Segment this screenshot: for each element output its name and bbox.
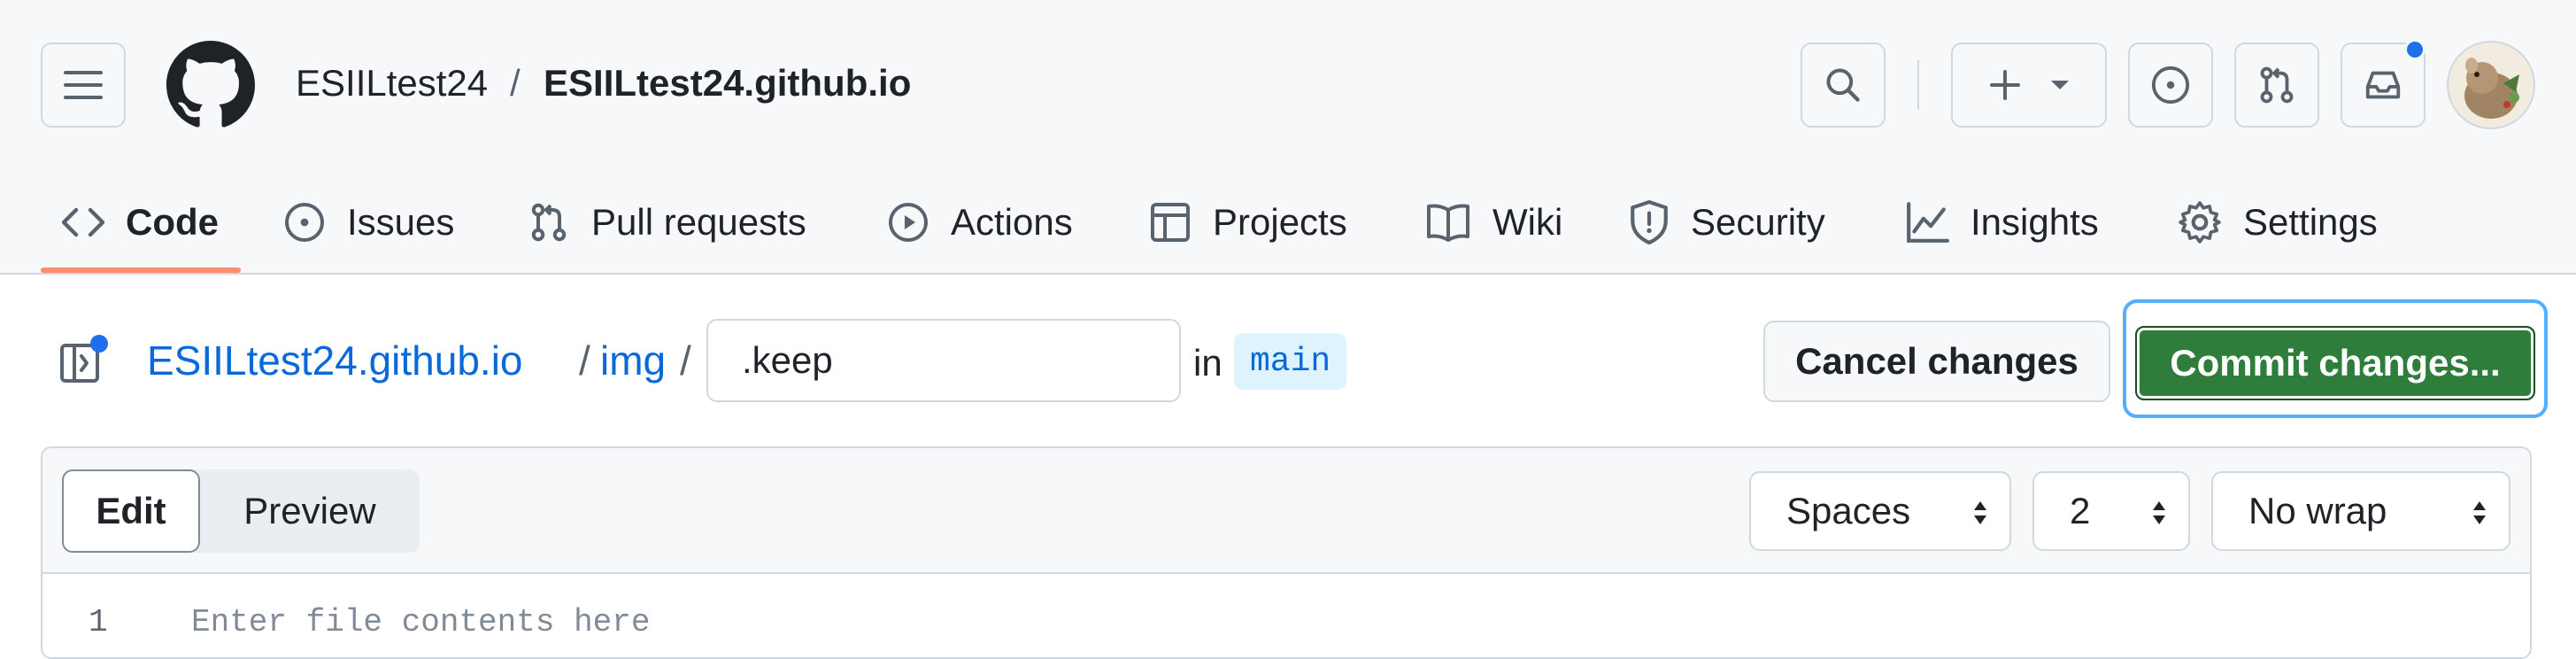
- tab-label: Actions: [951, 201, 1073, 243]
- graph-icon: [1907, 202, 1949, 243]
- wrap-mode-select[interactable]: No wrap: [2211, 471, 2510, 551]
- edit-preview-toggle: Edit Preview: [62, 469, 420, 553]
- hamburger-icon: [64, 71, 103, 99]
- repo-name-link[interactable]: ESIILtest24.github.io: [544, 62, 911, 105]
- path-separator: /: [510, 62, 521, 104]
- git-pull-request-icon: [531, 203, 567, 242]
- select-arrows-icon: [2153, 501, 2165, 524]
- menu-button[interactable]: [41, 43, 126, 128]
- tab-actions[interactable]: Actions: [887, 188, 1073, 257]
- sidebar-expand-icon[interactable]: [58, 335, 108, 384]
- wrap-mode-value: No wrap: [2248, 490, 2387, 531]
- inbox-icon: [2365, 71, 2401, 99]
- table-icon: [1151, 203, 1190, 242]
- tab-label: Pull requests: [591, 201, 806, 243]
- tab-settings[interactable]: Settings: [2178, 188, 2378, 257]
- gear-icon: [2179, 201, 2221, 244]
- breadcrumb-separator: /: [579, 337, 590, 384]
- select-arrows-icon: [2473, 501, 2486, 524]
- breadcrumb-separator: /: [680, 337, 691, 384]
- tab-security[interactable]: Security: [1629, 188, 1825, 257]
- tab-label: Projects: [1213, 201, 1347, 243]
- tab-label: Issues: [347, 201, 455, 243]
- file-editor: Edit Preview Spaces 2 No wrap 1 Enter fi…: [41, 446, 2532, 659]
- tab-edit[interactable]: Edit: [62, 469, 200, 553]
- tab-code[interactable]: Code: [62, 188, 219, 257]
- breadcrumb-repo-link[interactable]: ESIILtest24.github.io: [147, 337, 523, 384]
- issue-opened-icon: [2151, 66, 2190, 105]
- avatar[interactable]: [2447, 41, 2535, 129]
- indent-size-select[interactable]: 2: [2032, 471, 2190, 551]
- cancel-changes-button[interactable]: Cancel changes: [1763, 321, 2110, 402]
- tab-preview[interactable]: Preview: [200, 469, 420, 553]
- indent-mode-value: Spaces: [1786, 490, 1911, 531]
- tab-pull-requests[interactable]: Pull requests: [528, 188, 806, 257]
- breadcrumb-folder-link[interactable]: img: [600, 337, 666, 384]
- triangle-down-icon: [2051, 81, 2069, 89]
- user-avatar-icon: [2464, 58, 2519, 119]
- tab-wiki[interactable]: Wiki: [1425, 188, 1562, 257]
- issues-shortcut-button[interactable]: [2128, 43, 2213, 128]
- filename-input[interactable]: [706, 319, 1181, 402]
- line-number: 1: [89, 604, 108, 640]
- search-icon: [1826, 68, 1860, 102]
- tab-label: Security: [1691, 201, 1825, 243]
- repo-nav-tabs: Code Issues Pull requests Actions Projec…: [0, 174, 2576, 275]
- notification-indicator: [2404, 39, 2426, 60]
- plus-icon: [1990, 70, 2020, 100]
- selected-tab-indicator: [41, 267, 241, 273]
- tab-label: Wiki: [1492, 201, 1563, 243]
- editor-content-area[interactable]: Enter file contents here: [191, 604, 650, 640]
- select-arrows-icon: [1974, 501, 1986, 524]
- code-icon: [62, 207, 104, 237]
- shield-icon: [1631, 200, 1668, 244]
- repo-header: ESIILtest24 / ESIILtest24.github.io Code…: [0, 0, 2576, 275]
- tab-label: Insights: [1971, 201, 2099, 243]
- tab-insights[interactable]: Insights: [1905, 188, 2099, 257]
- header-divider: [1917, 60, 1919, 110]
- tab-projects[interactable]: Projects: [1149, 188, 1347, 257]
- pull-requests-shortcut-button[interactable]: [2234, 43, 2319, 128]
- search-button[interactable]: [1801, 43, 1886, 128]
- repo-owner-link[interactable]: ESIILtest24: [296, 62, 488, 105]
- github-logo-icon[interactable]: [166, 41, 255, 129]
- book-icon: [1427, 204, 1469, 242]
- play-icon: [889, 203, 928, 242]
- git-pull-request-icon: [2260, 66, 2294, 104]
- issue-opened-icon: [285, 203, 324, 242]
- editor-toolbar: Edit Preview Spaces 2 No wrap: [42, 448, 2530, 574]
- tab-label: Code: [126, 201, 219, 243]
- indent-size-value: 2: [2070, 490, 2091, 531]
- commit-changes-button[interactable]: Commit changes...: [2135, 326, 2535, 400]
- tab-issues[interactable]: Issues: [283, 188, 454, 257]
- branch-in-label: in: [1193, 342, 1222, 384]
- tab-label: Settings: [2243, 201, 2378, 243]
- indent-mode-select[interactable]: Spaces: [1749, 471, 2011, 551]
- branch-badge: main: [1234, 333, 1347, 390]
- create-new-button[interactable]: [1951, 43, 2107, 128]
